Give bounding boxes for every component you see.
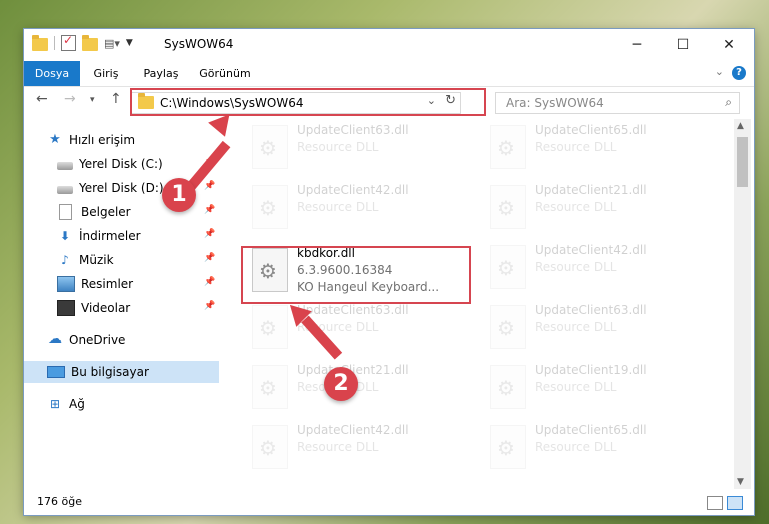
- file-item[interactable]: ⚙ UpdateClient63.dll Resource DLL: [244, 299, 469, 354]
- divider: [54, 36, 55, 50]
- step-badge-2: 2: [324, 367, 358, 401]
- file-item[interactable]: ⚙ UpdateClient63.dll Resource DLL: [244, 119, 469, 174]
- file-list: ⚙ UpdateClient63.dll Resource DLL ⚙ Upda…: [234, 119, 739, 489]
- scroll-down-icon[interactable]: ▼: [737, 477, 744, 487]
- disk-icon: [57, 185, 73, 194]
- file-item[interactable]: ⚙ UpdateClient21.dll Resource DLL: [482, 179, 707, 234]
- file-item[interactable]: ⚙ UpdateClient63.dll Resource DLL: [482, 299, 707, 354]
- nav-item-this-pc[interactable]: Bu bilgisayar: [24, 361, 219, 383]
- scrollbar-thumb[interactable]: [737, 137, 748, 187]
- vertical-scrollbar[interactable]: ▲ ▼: [734, 119, 751, 489]
- music-icon: ♪: [61, 253, 69, 267]
- dll-file-icon: ⚙: [490, 305, 526, 349]
- file-item[interactable]: ⚙ UpdateClient19.dll Resource DLL: [482, 359, 707, 414]
- pin-icon: 📌: [204, 229, 216, 239]
- file-item[interactable]: ⚙ UpdateClient42.dll Resource DLL: [244, 419, 469, 474]
- dll-file-icon: ⚙: [490, 425, 526, 469]
- search-icon[interactable]: ⌕: [725, 95, 732, 110]
- pin-icon: 📌: [204, 301, 216, 311]
- maximize-button[interactable]: ☐: [660, 29, 706, 61]
- nav-item-network[interactable]: ⊞ Ağ: [24, 393, 219, 415]
- dll-file-icon: ⚙: [490, 245, 526, 289]
- item-count: 176 öğe: [37, 495, 82, 508]
- new-folder-icon[interactable]: [82, 34, 98, 51]
- tab-share[interactable]: Paylaş: [136, 61, 186, 86]
- qat-dropdown-icon[interactable]: ▼: [126, 38, 133, 48]
- status-bar: 176 öğe: [24, 491, 754, 515]
- search-placeholder: Ara: SysWOW64: [506, 96, 604, 110]
- navigation-pane: ★ Hızlı erişim Yerel Disk (C:) 📌 Yerel D…: [24, 119, 219, 489]
- tab-home[interactable]: Giriş: [82, 61, 130, 86]
- folder-icon: [32, 34, 48, 51]
- dll-file-icon: ⚙: [252, 185, 288, 229]
- help-icon[interactable]: ?: [732, 66, 746, 80]
- minimize-button[interactable]: ─: [614, 29, 660, 61]
- nav-item-local-disk-c[interactable]: Yerel Disk (C:) 📌: [24, 153, 219, 175]
- disk-icon: [57, 161, 73, 170]
- cloud-icon: ☁: [48, 331, 62, 347]
- nav-item-onedrive[interactable]: ☁ OneDrive: [24, 329, 219, 351]
- up-arrow-icon[interactable]: ↑: [110, 91, 122, 107]
- recent-locations-icon[interactable]: ▾: [90, 95, 95, 105]
- expand-ribbon-icon[interactable]: ⌄: [715, 65, 724, 78]
- pin-icon: 📌: [204, 205, 216, 215]
- properties-icon[interactable]: [61, 33, 76, 51]
- customize-toolbar-icon[interactable]: ▤▾: [104, 37, 120, 50]
- scroll-up-icon[interactable]: ▲: [737, 121, 744, 131]
- back-arrow-icon[interactable]: ←: [36, 91, 48, 107]
- network-icon: ⊞: [49, 397, 61, 411]
- download-icon: ⬇: [59, 229, 71, 243]
- computer-icon: [47, 366, 65, 378]
- pin-icon: 📌: [204, 181, 216, 191]
- dll-file-icon: ⚙: [490, 365, 526, 409]
- nav-item-quick-access[interactable]: ★ Hızlı erişim: [24, 129, 219, 151]
- forward-arrow-icon[interactable]: →: [64, 91, 76, 107]
- window-title: SysWOW64: [164, 37, 234, 51]
- title-bar: ▤▾ ▼ SysWOW64 ─ ☐ ✕: [24, 29, 754, 61]
- nav-item-videos[interactable]: Videolar 📌: [24, 297, 219, 319]
- file-item[interactable]: ⚙ UpdateClient65.dll Resource DLL: [482, 119, 707, 174]
- tab-file[interactable]: Dosya: [24, 61, 80, 86]
- details-view-icon[interactable]: [707, 496, 723, 510]
- videos-icon: [57, 300, 75, 316]
- pictures-icon: [57, 276, 75, 292]
- dll-file-icon: ⚙: [252, 125, 288, 169]
- large-icons-view-icon[interactable]: [727, 496, 743, 510]
- file-highlight-box: [241, 246, 471, 304]
- file-item[interactable]: ⚙ UpdateClient42.dll Resource DLL: [244, 179, 469, 234]
- nav-item-downloads[interactable]: ⬇ İndirmeler 📌: [24, 225, 219, 247]
- nav-item-pictures[interactable]: Resimler 📌: [24, 273, 219, 295]
- pin-icon: 📌: [204, 277, 216, 287]
- search-box[interactable]: Ara: SysWOW64 ⌕: [495, 92, 740, 114]
- step-badge-1: 1: [162, 178, 196, 212]
- close-button[interactable]: ✕: [706, 29, 752, 61]
- dll-file-icon: ⚙: [490, 125, 526, 169]
- address-highlight-box: [130, 88, 486, 116]
- file-item[interactable]: ⚙ UpdateClient42.dll Resource DLL: [482, 239, 707, 294]
- document-icon: [59, 204, 72, 220]
- file-item[interactable]: ⚙ UpdateClient65.dll Resource DLL: [482, 419, 707, 474]
- nav-item-music[interactable]: ♪ Müzik 📌: [24, 249, 219, 271]
- quick-access-toolbar: ▤▾ ▼: [32, 33, 133, 51]
- dll-file-icon: ⚙: [252, 365, 288, 409]
- tab-view[interactable]: Görünüm: [194, 61, 256, 86]
- pin-icon: 📌: [204, 253, 216, 263]
- ribbon-tabs: Dosya Giriş Paylaş Görünüm ⌄ ?: [24, 61, 754, 87]
- dll-file-icon: ⚙: [252, 425, 288, 469]
- star-icon: ★: [49, 132, 61, 147]
- dll-file-icon: ⚙: [490, 185, 526, 229]
